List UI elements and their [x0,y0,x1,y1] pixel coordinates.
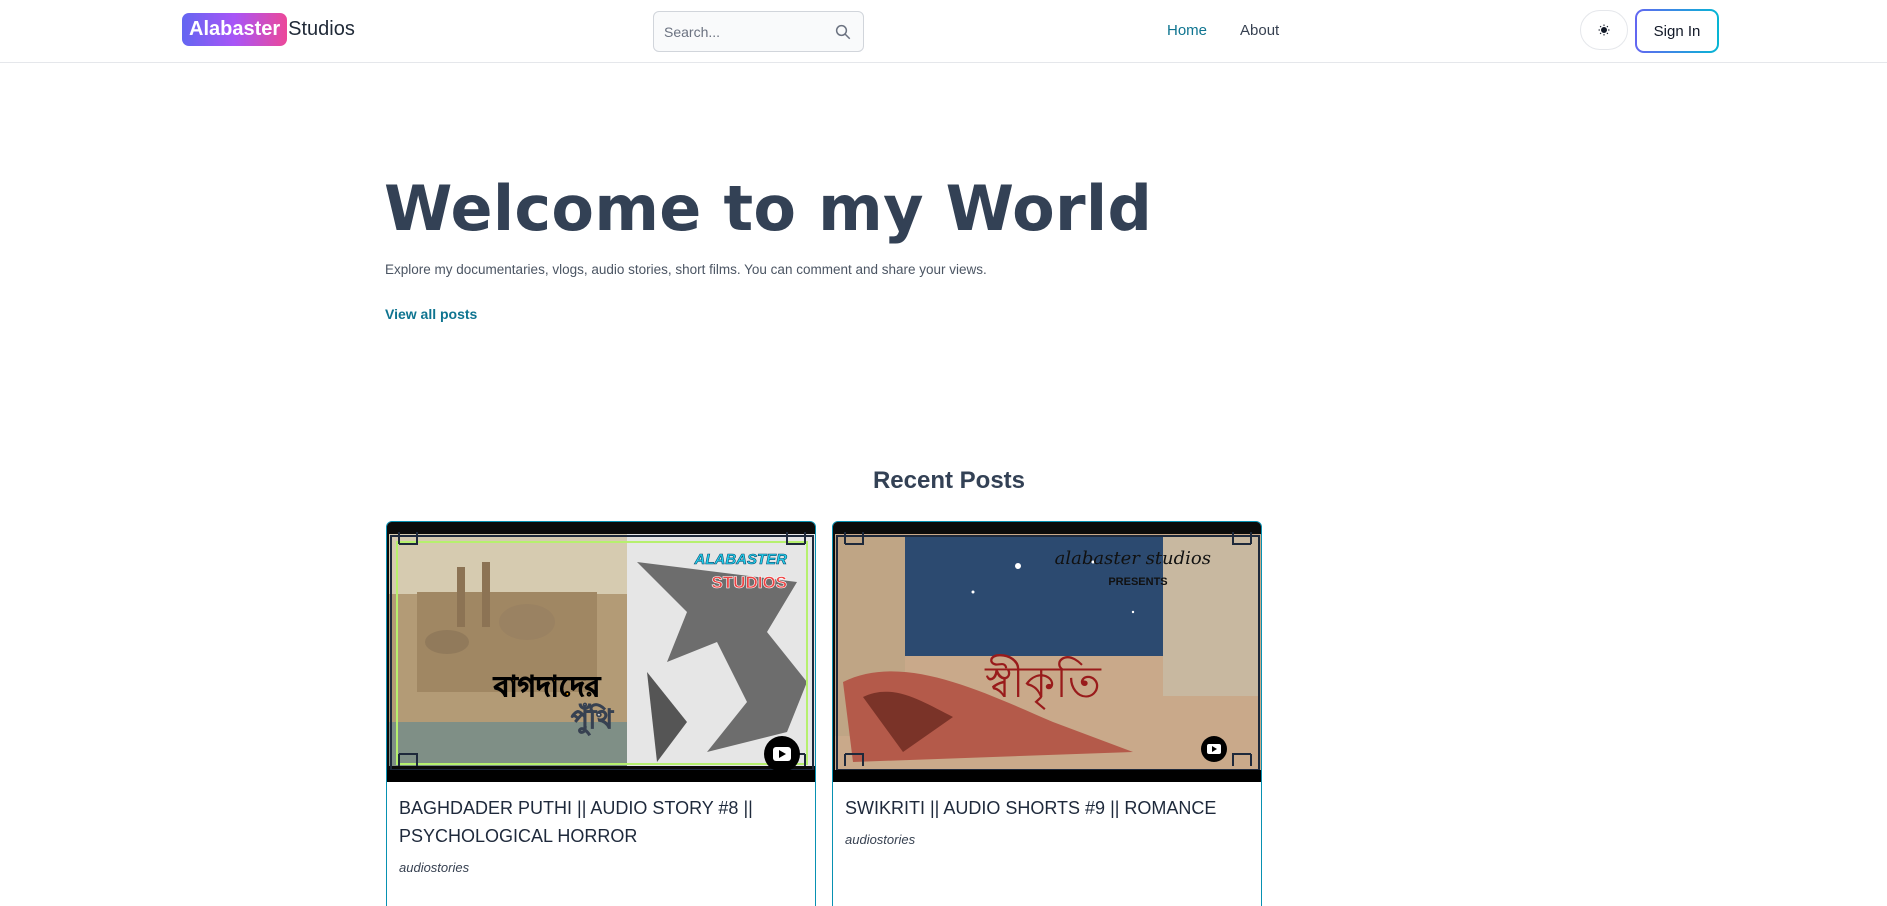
logo-text: Studios [288,18,355,40]
thumbnail-title: স্বীকৃতি [984,654,1102,710]
site-logo[interactable]: Alabaster Studios [182,13,355,46]
post-title[interactable]: SWIKRITI || AUDIO SHORTS #9 || ROMANCE [845,794,1245,822]
post-card[interactable]: ALABASTER STUDIOS বাগদাদের পুঁথি BAGHDAD… [386,521,816,906]
thumbnail-presents: PRESENTS [1108,576,1167,588]
post-title[interactable]: BAGHDADER PUTHI || AUDIO STORY #8 || PSY… [399,794,799,850]
post-category[interactable]: audiostories [399,860,469,875]
sun-icon [1598,24,1610,36]
thumbnail-brand: alabaster studios [1055,548,1211,569]
theme-toggle-button[interactable] [1580,10,1628,50]
search-input[interactable] [664,23,834,40]
recent-posts-heading: Recent Posts [872,467,1026,494]
post-thumbnail[interactable]: alabaster studios PRESENTS স্বীকৃতি [833,522,1262,782]
site-header: Alabaster Studios Home About Sign In [0,0,1887,63]
post-category[interactable]: audiostories [845,832,915,847]
search-box [653,11,864,52]
search-icon[interactable] [834,23,852,41]
post-card[interactable]: alabaster studios PRESENTS স্বীকৃতি SWIK… [832,521,1262,906]
thumbnail-title: বাগদাদের [493,670,602,703]
view-all-posts-link[interactable]: View all posts [385,306,477,322]
sign-in-label: Sign In [1637,11,1717,51]
hero-subtitle: Explore my documentaries, vlogs, audio s… [385,262,987,277]
sign-in-button[interactable]: Sign In [1635,9,1719,53]
main-nav: Home About [1167,22,1279,39]
svg-text:STUDIOS: STUDIOS [711,573,787,592]
hero-title: Welcome to my World [384,172,1153,245]
thumbnail-subtitle: পুঁথি [571,703,614,736]
svg-text:ALABASTER: ALABASTER [694,551,788,568]
post-thumbnail[interactable]: ALABASTER STUDIOS বাগদাদের পুঁথি [387,522,816,782]
nav-home[interactable]: Home [1167,22,1207,39]
logo-badge: Alabaster [182,13,288,46]
nav-about[interactable]: About [1240,22,1279,39]
